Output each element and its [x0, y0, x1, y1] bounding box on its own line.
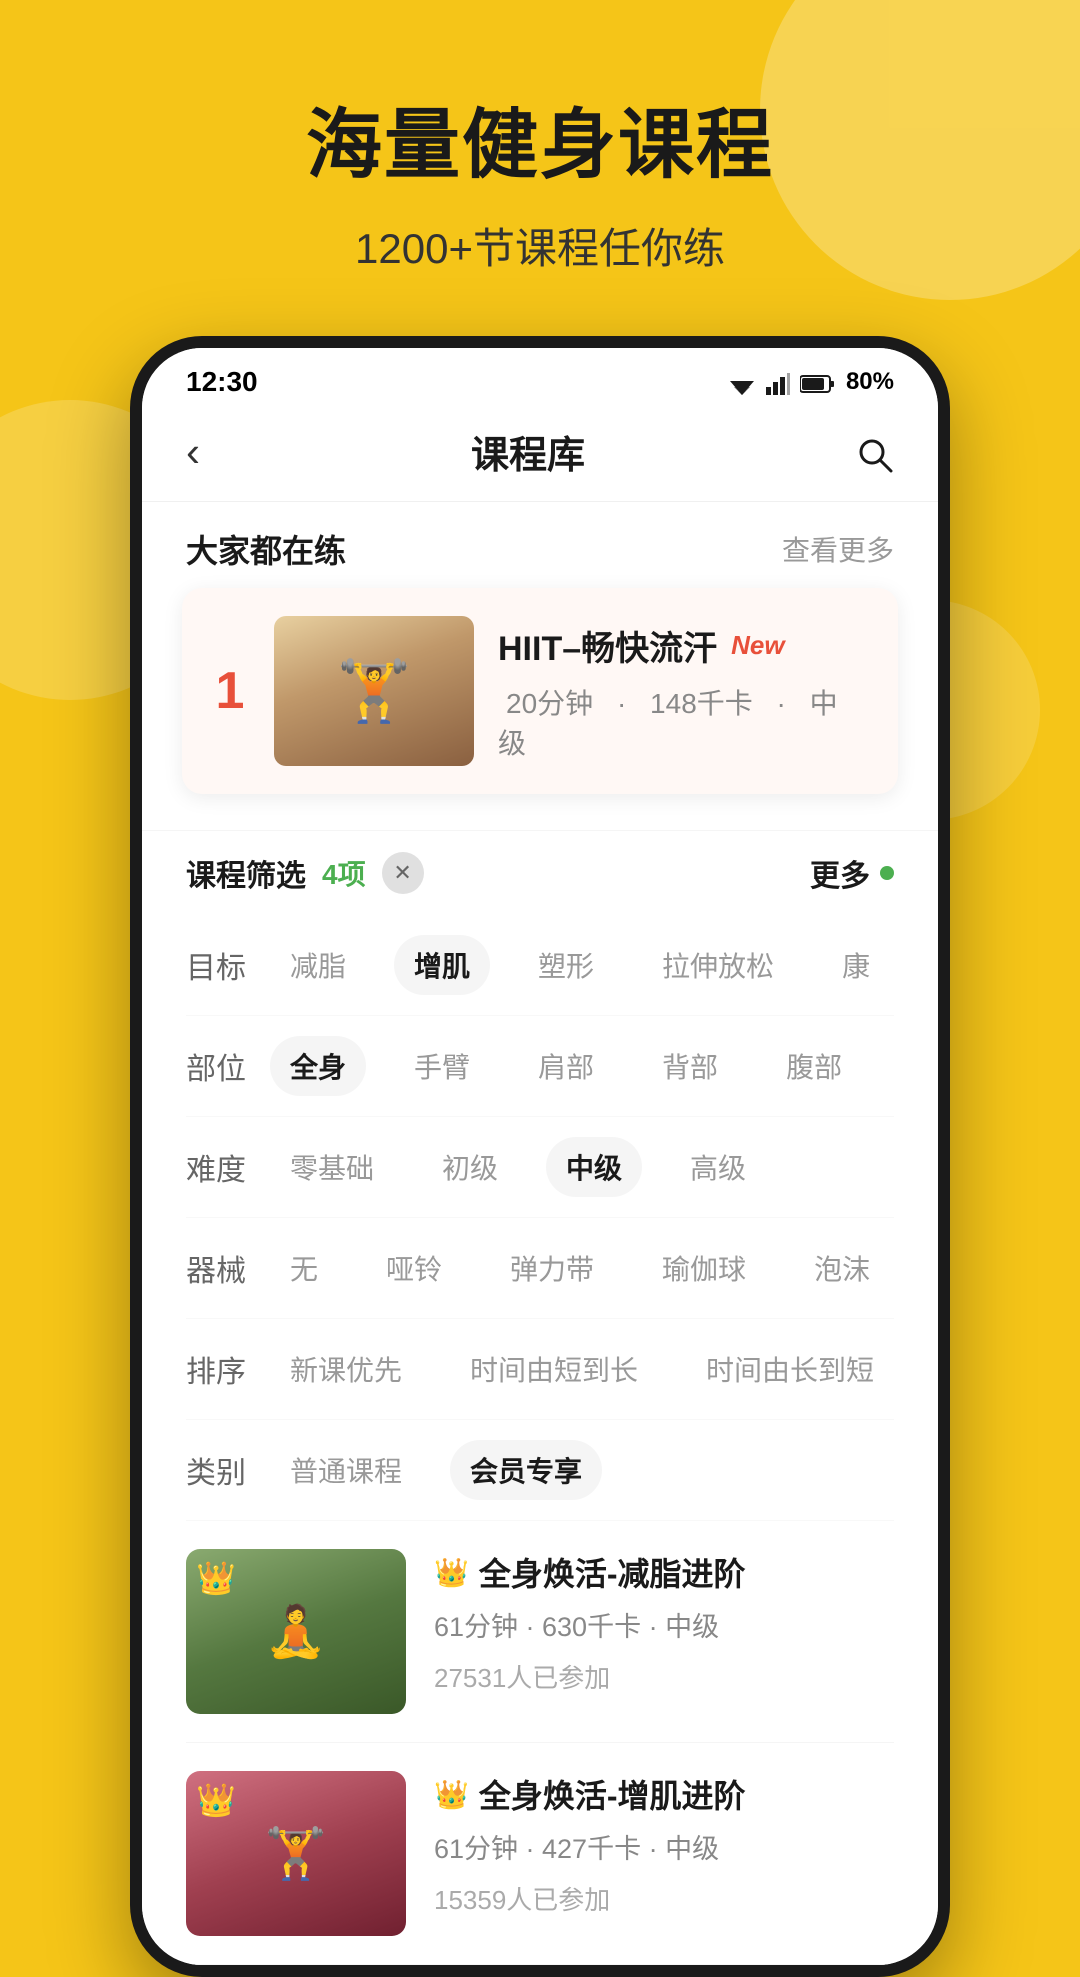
filter-row-类别: 类别普通课程会员专享 [186, 1420, 894, 1521]
filter-cat-label: 类别 [186, 1448, 246, 1492]
app-header: ‹ 课程库 [142, 406, 938, 502]
rank-number: 1 [210, 661, 250, 721]
course-item-meta: 61分钟 · 427千卡 · 中级 [434, 1827, 894, 1866]
battery-text: 80% [846, 368, 894, 396]
filter-option[interactable]: 康 [822, 935, 890, 995]
phone-screen: 12:30 [142, 348, 938, 1965]
hero-title: 海量健身课程 [0, 100, 1080, 191]
filter-option[interactable]: 时间由短到长 [450, 1339, 658, 1399]
filter-option[interactable]: 高级 [670, 1137, 766, 1197]
filter-cat-label: 部位 [186, 1044, 246, 1088]
crown-icon: 👑 [196, 1559, 236, 1597]
filter-option[interactable]: 拉伸放松 [642, 935, 794, 995]
filter-option[interactable]: 无 [270, 1238, 338, 1298]
featured-course-name: HIIT–畅快流汗 [498, 621, 717, 670]
battery-icon [800, 367, 836, 398]
hero-subtitle: 1200+节课程任你练 [0, 215, 1080, 276]
hero-section: 海量健身课程 1200+节课程任你练 [0, 0, 1080, 276]
dot-separator: · [617, 688, 634, 719]
phone-frame: 12:30 [130, 336, 950, 1977]
filter-row-排序: 排序新课优先时间由短到长时间由长到短 [186, 1319, 894, 1420]
filter-left: 课程筛选 4项 ✕ [186, 851, 424, 895]
featured-course-info: HIIT–畅快流汗 New 20分钟 · 148千卡 · 中级 [498, 621, 870, 762]
course-list: 👑 👑 全身焕活-减脂进阶 61分钟 · 630千卡 · 中级 27531人已参加 👑 👑 全… [142, 1521, 938, 1965]
filter-clear-button[interactable]: ✕ [382, 852, 424, 894]
status-bar: 12:30 [142, 348, 938, 406]
filter-option[interactable]: 全身 [270, 1036, 366, 1096]
filter-more-button[interactable]: 更多 [810, 851, 894, 895]
filter-option[interactable]: 肩部 [518, 1036, 614, 1096]
filter-cat-label: 排序 [186, 1347, 246, 1391]
calories: 148千卡 [650, 688, 753, 719]
crown-icon: 👑 [196, 1781, 236, 1819]
filter-row-部位: 部位全身手臂肩部背部腹部 [186, 1016, 894, 1117]
course-item-info: 👑 全身焕活-增肌进阶 61分钟 · 427千卡 · 中级 15359人已参加 [434, 1771, 894, 1936]
header-title: 课程库 [471, 424, 585, 479]
popular-section-header: 大家都在练 查看更多 [142, 502, 938, 588]
filter-option[interactable]: 泡沫 [794, 1238, 890, 1298]
filter-option[interactable]: 零基础 [270, 1137, 394, 1197]
filter-option[interactable]: 弹力带 [490, 1238, 614, 1298]
course-item-thumbnail: 👑 [186, 1771, 406, 1936]
featured-course-meta: 20分钟 · 148千卡 · 中级 [498, 682, 870, 762]
course-list-item[interactable]: 👑 👑 全身焕活-增肌进阶 61分钟 · 427千卡 · 中级 15359人已参加 [186, 1743, 894, 1965]
filter-option[interactable]: 减脂 [270, 935, 366, 995]
status-icons: 80% [728, 367, 894, 398]
course-item-info: 👑 全身焕活-减脂进阶 61分钟 · 630千卡 · 中级 27531人已参加 [434, 1549, 894, 1714]
filter-option[interactable]: 中级 [546, 1137, 642, 1197]
filter-bar: 课程筛选 4项 ✕ 更多 [142, 830, 938, 915]
filter-option[interactable]: 背部 [642, 1036, 738, 1096]
filter-label: 课程筛选 [186, 851, 306, 895]
filter-option[interactable]: 增肌 [394, 935, 490, 995]
featured-card[interactable]: 1 HIIT–畅快流汗 New 20分钟 · 148千卡 · 中级 [182, 588, 898, 794]
filter-cat-label: 难度 [186, 1145, 246, 1189]
course-item-name: 全身焕活-增肌进阶 [479, 1771, 746, 1817]
filter-option[interactable]: 瑜伽球 [642, 1238, 766, 1298]
course-list-item[interactable]: 👑 👑 全身焕活-减脂进阶 61分钟 · 630千卡 · 中级 27531人已参加 [186, 1521, 894, 1743]
course-item-participants: 27531人已参加 [434, 1658, 894, 1695]
crown-emoji: 👑 [434, 1556, 469, 1589]
course-item-name: 全身焕活-减脂进阶 [479, 1549, 746, 1595]
signal-icon [766, 367, 790, 398]
filter-row-难度: 难度零基础初级中级高级 [186, 1117, 894, 1218]
filter-more-label: 更多 [810, 851, 870, 895]
course-item-thumbnail: 👑 [186, 1549, 406, 1714]
filter-row-目标: 目标减脂增肌塑形拉伸放松康 [186, 915, 894, 1016]
filter-row-器械: 器械无哑铃弹力带瑜伽球泡沫 [186, 1218, 894, 1319]
filter-option[interactable]: 塑形 [518, 935, 614, 995]
filter-option[interactable]: 新课优先 [270, 1339, 422, 1399]
filter-option[interactable]: 哑铃 [366, 1238, 462, 1298]
back-button[interactable]: ‹ [186, 428, 200, 476]
crown-emoji: 👑 [434, 1778, 469, 1811]
dot-separator-2: · [777, 688, 794, 719]
course-item-meta: 61分钟 · 630千卡 · 中级 [434, 1605, 894, 1644]
filter-more-indicator [880, 866, 894, 880]
filter-option[interactable]: 会员专享 [450, 1440, 602, 1500]
status-time: 12:30 [186, 366, 258, 398]
phone-mockup: 12:30 [0, 336, 1080, 1977]
search-button[interactable] [856, 428, 894, 476]
filter-cat-label: 目标 [186, 943, 246, 987]
filter-cat-label: 器械 [186, 1246, 246, 1290]
new-badge: New [731, 630, 784, 661]
wifi-icon [728, 367, 756, 398]
filter-option[interactable]: 手臂 [394, 1036, 490, 1096]
filter-option[interactable]: 普通课程 [270, 1440, 422, 1500]
filter-section: 目标减脂增肌塑形拉伸放松康部位全身手臂肩部背部腹部难度零基础初级中级高级器械无哑… [142, 915, 938, 1521]
filter-option[interactable]: 时间由长到短 [686, 1339, 894, 1399]
filter-count: 4项 [322, 853, 366, 893]
filter-option[interactable]: 初级 [422, 1137, 518, 1197]
duration: 20分钟 [506, 688, 593, 719]
filter-option[interactable]: 腹部 [766, 1036, 862, 1096]
popular-more[interactable]: 查看更多 [782, 529, 894, 569]
course-item-participants: 15359人已参加 [434, 1880, 894, 1917]
popular-label: 大家都在练 [186, 526, 346, 572]
featured-course-thumbnail [274, 616, 474, 766]
